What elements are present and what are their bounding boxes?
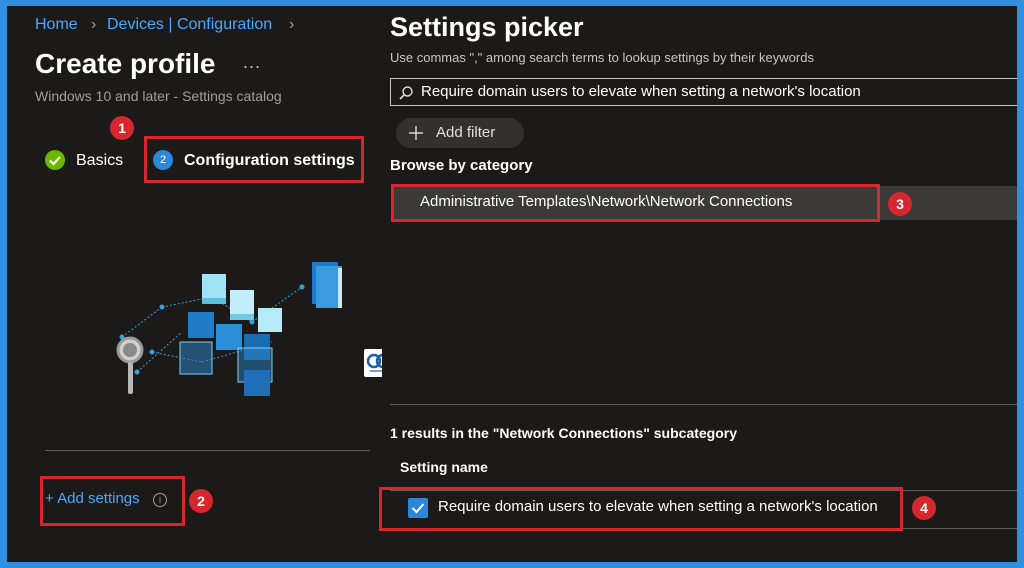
browse-by-category-heading: Browse by category	[390, 157, 533, 174]
section-divider	[45, 450, 370, 451]
settings-catalog-illustration	[116, 262, 342, 396]
results-divider	[390, 404, 1017, 405]
check-circle-icon	[45, 150, 65, 170]
annotation-box-4	[379, 487, 903, 531]
breadcrumb-devices-configuration[interactable]: Devices | Configuration	[107, 16, 272, 34]
create-profile-pane: Home › Devices | Configuration › Create …	[7, 6, 382, 562]
settings-picker-pane: Settings picker Use commas "," among sea…	[379, 6, 1017, 562]
breadcrumb-home[interactable]: Home	[35, 16, 78, 34]
annotation-box-1	[144, 136, 364, 183]
screenshot-frame: Home › Devices | Configuration › Create …	[7, 6, 1017, 562]
more-options-button[interactable]: ...	[243, 52, 261, 73]
picker-subtitle: Use commas "," among search terms to loo…	[390, 50, 814, 65]
chevron-right-icon: ›	[289, 16, 295, 33]
page-title: Create profile	[35, 48, 216, 79]
annotation-badge-2: 2	[189, 489, 213, 513]
picker-title: Settings picker	[390, 12, 584, 42]
annotation-box-3	[391, 184, 880, 222]
search-value: Require domain users to elevate when set…	[421, 83, 861, 100]
results-count: 1 results in the "Network Connections" s…	[390, 425, 738, 441]
search-input[interactable]: Require domain users to elevate when set…	[390, 78, 1017, 106]
chevron-right-icon: ›	[91, 16, 97, 33]
add-filter-label: Add filter	[436, 124, 496, 141]
search-icon	[399, 86, 413, 100]
annotation-badge-4: 4	[912, 496, 936, 520]
annotation-box-2	[40, 476, 185, 526]
tab-basics[interactable]: Basics	[76, 152, 123, 170]
setting-name-column-header[interactable]: Setting name	[400, 459, 488, 475]
annotation-badge-1: 1	[110, 116, 134, 140]
add-filter-button[interactable]: Add filter	[396, 118, 524, 148]
plus-icon	[409, 126, 423, 140]
page-subtitle: Windows 10 and later - Settings catalog	[35, 88, 282, 104]
annotation-badge-3: 3	[888, 192, 912, 216]
